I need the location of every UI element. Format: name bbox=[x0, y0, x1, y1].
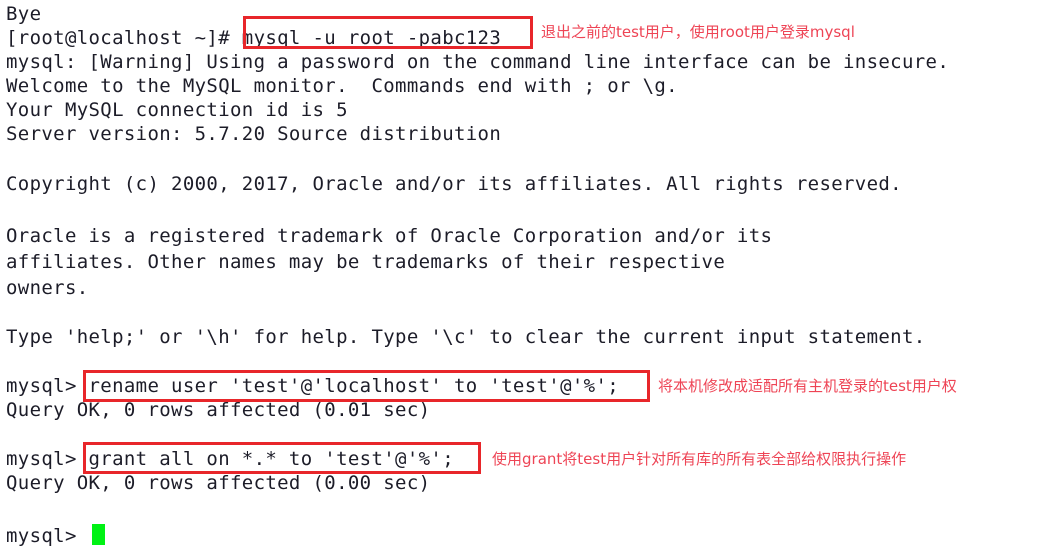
terminal-line: mysql: [Warning] Using a password on the… bbox=[6, 51, 950, 73]
terminal-line: Welcome to the MySQL monitor. Commands e… bbox=[6, 75, 678, 97]
terminal-line: Type 'help;' or '\h' for help. Type '\c'… bbox=[6, 326, 926, 348]
terminal-line: owners. bbox=[6, 277, 89, 299]
annotation-note-mysql-login: 退出之前的test用户，使用root用户登录mysql bbox=[541, 23, 855, 41]
terminal-line: Oracle is a registered trademark of Orac… bbox=[6, 225, 773, 247]
terminal-cursor bbox=[92, 524, 105, 545]
terminal-line: Server version: 5.7.20 Source distributi… bbox=[6, 123, 502, 145]
terminal-line: Query OK, 0 rows affected (0.00 sec) bbox=[6, 472, 431, 494]
annotation-note-rename-user: 将本机修改成适配所有主机登录的test用户权 bbox=[658, 377, 957, 395]
terminal-line-active-prompt: mysql> bbox=[6, 525, 77, 547]
terminal-line: Copyright (c) 2000, 2017, Oracle and/or … bbox=[6, 173, 902, 195]
terminal-line: affiliates. Other names may be trademark… bbox=[6, 251, 726, 273]
terminal-window[interactable]: Bye [root@localhost ~]# mysql -u root -p… bbox=[0, 0, 1063, 551]
terminal-line-command-grant-all: mysql> grant all on *.* to 'test'@'%'; bbox=[6, 448, 454, 470]
terminal-line-command-mysql-login: [root@localhost ~]# mysql -u root -pabc1… bbox=[6, 27, 502, 49]
terminal-line: Query OK, 0 rows affected (0.01 sec) bbox=[6, 399, 431, 421]
terminal-line: Bye bbox=[6, 3, 42, 25]
terminal-line-command-rename-user: mysql> rename user 'test'@'localhost' to… bbox=[6, 375, 620, 397]
terminal-line: Your MySQL connection id is 5 bbox=[6, 99, 348, 121]
annotation-note-grant-all: 使用grant将test用户针对所有库的所有表全部给权限执行操作 bbox=[492, 450, 907, 468]
